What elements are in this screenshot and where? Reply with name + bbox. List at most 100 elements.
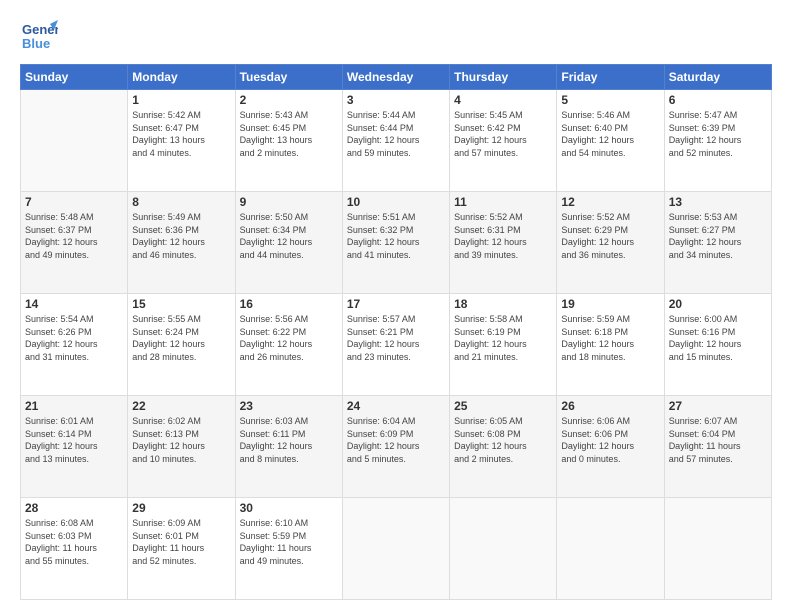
weekday-header-monday: Monday — [128, 65, 235, 90]
calendar-cell: 29Sunrise: 6:09 AM Sunset: 6:01 PM Dayli… — [128, 498, 235, 600]
calendar-cell: 26 Sunrise: 6:06 AM Sunset: 6:06 PM Dayli… — [557, 396, 664, 498]
day-info: Sunrise: 5:51 AM Sunset: 6:32 PM Dayligh… — [347, 211, 445, 261]
day-info: Sunrise: 6:06 AM Sunset: 6:06 PM Dayligh… — [561, 415, 659, 465]
day-info: Sunrise: 6:08 AM Sunset: 6:03 PM Dayligh… — [25, 517, 123, 567]
calendar-cell: 27 Sunrise: 6:07 AM Sunset: 6:04 PM Dayli… — [664, 396, 771, 498]
calendar-cell: 15 Sunrise: 5:55 AM Sunset: 6:24 PM Dayli… — [128, 294, 235, 396]
day-number: 5 — [561, 93, 659, 107]
day-number: 6 — [669, 93, 767, 107]
day-info: Sunrise: 5:42 AM Sunset: 6:47 PM Dayligh… — [132, 109, 230, 159]
calendar-cell — [450, 498, 557, 600]
calendar-cell: 19 Sunrise: 5:59 AM Sunset: 6:18 PM Dayli… — [557, 294, 664, 396]
calendar-cell: 17 Sunrise: 5:57 AM Sunset: 6:21 PM Dayli… — [342, 294, 449, 396]
day-info: Sunrise: 5:44 AM Sunset: 6:44 PM Dayligh… — [347, 109, 445, 159]
day-number: 2 — [240, 93, 338, 107]
day-info: Sunrise: 5:58 AM Sunset: 6:19 PM Dayligh… — [454, 313, 552, 363]
day-number: 26 — [561, 399, 659, 413]
day-number: 18 — [454, 297, 552, 311]
calendar-cell — [557, 498, 664, 600]
day-info: Sunrise: 6:01 AM Sunset: 6:14 PM Dayligh… — [25, 415, 123, 465]
calendar-cell: 13Sunrise: 5:53 AM Sunset: 6:27 PM Dayli… — [664, 192, 771, 294]
day-number: 1 — [132, 93, 230, 107]
logo-icon: General Blue — [20, 16, 58, 54]
calendar-cell: 6 Sunrise: 5:47 AM Sunset: 6:39 PM Daylig… — [664, 90, 771, 192]
calendar-cell: 2 Sunrise: 5:43 AM Sunset: 6:45 PM Daylig… — [235, 90, 342, 192]
calendar-cell: 1 Sunrise: 5:42 AM Sunset: 6:47 PM Daylig… — [128, 90, 235, 192]
day-number: 4 — [454, 93, 552, 107]
day-number: 14 — [25, 297, 123, 311]
day-info: Sunrise: 5:53 AM Sunset: 6:27 PM Dayligh… — [669, 211, 767, 261]
weekday-header-row: SundayMondayTuesdayWednesdayThursdayFrid… — [21, 65, 772, 90]
weekday-header-thursday: Thursday — [450, 65, 557, 90]
day-info: Sunrise: 6:02 AM Sunset: 6:13 PM Dayligh… — [132, 415, 230, 465]
calendar-cell — [664, 498, 771, 600]
header: General Blue — [20, 16, 772, 54]
day-number: 15 — [132, 297, 230, 311]
day-number: 3 — [347, 93, 445, 107]
day-info: Sunrise: 5:55 AM Sunset: 6:24 PM Dayligh… — [132, 313, 230, 363]
weekday-header-friday: Friday — [557, 65, 664, 90]
calendar-table: SundayMondayTuesdayWednesdayThursdayFrid… — [20, 64, 772, 600]
logo: General Blue — [20, 16, 58, 54]
day-number: 27 — [669, 399, 767, 413]
calendar-cell: 3 Sunrise: 5:44 AM Sunset: 6:44 PM Daylig… — [342, 90, 449, 192]
calendar-week-row: 1 Sunrise: 5:42 AM Sunset: 6:47 PM Daylig… — [21, 90, 772, 192]
day-number: 25 — [454, 399, 552, 413]
calendar-cell: 18 Sunrise: 5:58 AM Sunset: 6:19 PM Dayli… — [450, 294, 557, 396]
calendar-cell: 8 Sunrise: 5:49 AM Sunset: 6:36 PM Daylig… — [128, 192, 235, 294]
calendar-cell: 9Sunrise: 5:50 AM Sunset: 6:34 PM Daylig… — [235, 192, 342, 294]
calendar-cell: 25 Sunrise: 6:05 AM Sunset: 6:08 PM Dayli… — [450, 396, 557, 498]
calendar-cell: 20 Sunrise: 6:00 AM Sunset: 6:16 PM Dayli… — [664, 294, 771, 396]
day-info: Sunrise: 6:00 AM Sunset: 6:16 PM Dayligh… — [669, 313, 767, 363]
day-info: Sunrise: 5:45 AM Sunset: 6:42 PM Dayligh… — [454, 109, 552, 159]
day-info: Sunrise: 5:59 AM Sunset: 6:18 PM Dayligh… — [561, 313, 659, 363]
day-info: Sunrise: 6:10 AM Sunset: 5:59 PM Dayligh… — [240, 517, 338, 567]
calendar-week-row: 28 Sunrise: 6:08 AM Sunset: 6:03 PM Dayli… — [21, 498, 772, 600]
day-info: Sunrise: 5:47 AM Sunset: 6:39 PM Dayligh… — [669, 109, 767, 159]
page: General Blue SundayMondayTuesdayWednesda… — [0, 0, 792, 612]
day-number: 16 — [240, 297, 338, 311]
weekday-header-sunday: Sunday — [21, 65, 128, 90]
day-number: 24 — [347, 399, 445, 413]
day-number: 23 — [240, 399, 338, 413]
calendar-week-row: 7 Sunrise: 5:48 AM Sunset: 6:37 PM Daylig… — [21, 192, 772, 294]
calendar-cell: 16 Sunrise: 5:56 AM Sunset: 6:22 PM Dayli… — [235, 294, 342, 396]
weekday-header-tuesday: Tuesday — [235, 65, 342, 90]
day-number: 7 — [25, 195, 123, 209]
day-number: 19 — [561, 297, 659, 311]
day-info: Sunrise: 5:52 AM Sunset: 6:29 PM Dayligh… — [561, 211, 659, 261]
day-number: 12 — [561, 195, 659, 209]
day-info: Sunrise: 5:57 AM Sunset: 6:21 PM Dayligh… — [347, 313, 445, 363]
calendar-cell: 22 Sunrise: 6:02 AM Sunset: 6:13 PM Dayli… — [128, 396, 235, 498]
day-number: 10 — [347, 195, 445, 209]
day-number: 28 — [25, 501, 123, 515]
day-number: 29 — [132, 501, 230, 515]
day-info: Sunrise: 6:03 AM Sunset: 6:11 PM Dayligh… — [240, 415, 338, 465]
weekday-header-saturday: Saturday — [664, 65, 771, 90]
svg-text:Blue: Blue — [22, 36, 50, 51]
calendar-week-row: 14Sunrise: 5:54 AM Sunset: 6:26 PM Dayli… — [21, 294, 772, 396]
day-number: 22 — [132, 399, 230, 413]
day-info: Sunrise: 5:43 AM Sunset: 6:45 PM Dayligh… — [240, 109, 338, 159]
calendar-cell: 7 Sunrise: 5:48 AM Sunset: 6:37 PM Daylig… — [21, 192, 128, 294]
calendar-cell: 30Sunrise: 6:10 AM Sunset: 5:59 PM Dayli… — [235, 498, 342, 600]
calendar-cell: 14Sunrise: 5:54 AM Sunset: 6:26 PM Dayli… — [21, 294, 128, 396]
calendar-cell: 24Sunrise: 6:04 AM Sunset: 6:09 PM Dayli… — [342, 396, 449, 498]
day-number: 20 — [669, 297, 767, 311]
day-info: Sunrise: 5:46 AM Sunset: 6:40 PM Dayligh… — [561, 109, 659, 159]
day-info: Sunrise: 5:50 AM Sunset: 6:34 PM Dayligh… — [240, 211, 338, 261]
day-number: 8 — [132, 195, 230, 209]
day-info: Sunrise: 5:52 AM Sunset: 6:31 PM Dayligh… — [454, 211, 552, 261]
day-info: Sunrise: 5:48 AM Sunset: 6:37 PM Dayligh… — [25, 211, 123, 261]
day-info: Sunrise: 6:05 AM Sunset: 6:08 PM Dayligh… — [454, 415, 552, 465]
day-number: 11 — [454, 195, 552, 209]
calendar-cell: 5 Sunrise: 5:46 AM Sunset: 6:40 PM Daylig… — [557, 90, 664, 192]
day-number: 21 — [25, 399, 123, 413]
weekday-header-wednesday: Wednesday — [342, 65, 449, 90]
day-info: Sunrise: 5:56 AM Sunset: 6:22 PM Dayligh… — [240, 313, 338, 363]
day-number: 17 — [347, 297, 445, 311]
day-info: Sunrise: 6:07 AM Sunset: 6:04 PM Dayligh… — [669, 415, 767, 465]
day-info: Sunrise: 5:49 AM Sunset: 6:36 PM Dayligh… — [132, 211, 230, 261]
calendar-week-row: 21 Sunrise: 6:01 AM Sunset: 6:14 PM Dayli… — [21, 396, 772, 498]
calendar-cell: 10 Sunrise: 5:51 AM Sunset: 6:32 PM Dayli… — [342, 192, 449, 294]
